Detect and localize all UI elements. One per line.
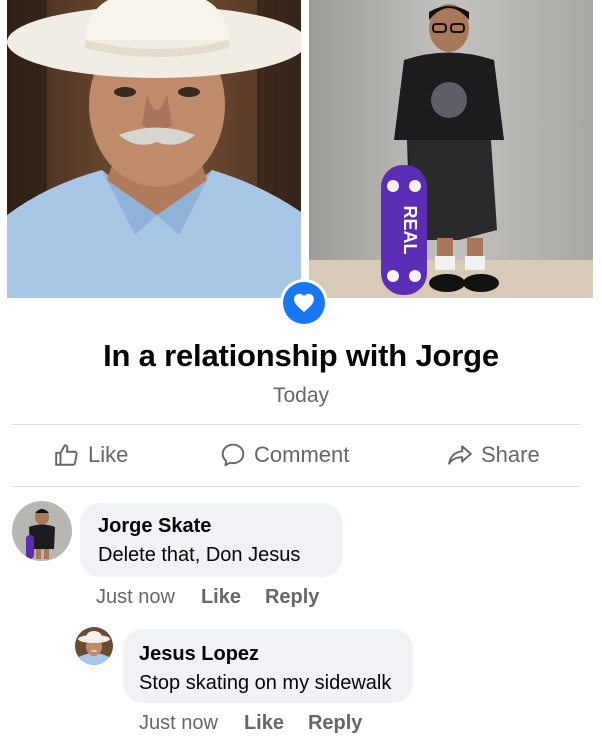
comment-bubble: Jesus Lopez Stop skating on my sidewalk	[123, 629, 413, 703]
share-arrow-icon	[448, 445, 472, 465]
comment-reply-button[interactable]: Reply	[308, 712, 362, 735]
comment-author[interactable]: Jesus Lopez	[139, 643, 259, 666]
avatar-jesus-lopez	[75, 627, 113, 665]
avatar[interactable]	[12, 501, 72, 561]
relationship-status-title: In a relationship with Jorge	[103, 338, 499, 373]
comment-text: Stop skating on my sidewalk	[139, 672, 392, 694]
comment-timestamp: Just now	[96, 586, 175, 608]
comment-meta: Just now Like Reply	[96, 586, 319, 609]
relationship-photos: REAL	[0, 0, 602, 300]
comment-button[interactable]: Comment	[220, 425, 349, 485]
comment-bubble-icon	[221, 443, 245, 467]
comment-author[interactable]: Jorge Skate	[98, 515, 211, 538]
avatar[interactable]	[75, 627, 113, 665]
comment-like-button[interactable]: Like	[244, 712, 284, 735]
relationship-date: Today	[272, 384, 330, 407]
portrait-older-man	[7, 0, 301, 298]
like-button[interactable]: Like	[54, 425, 128, 485]
divider-bottom	[12, 486, 580, 487]
comment-label: Comment	[254, 442, 350, 467]
comment-like-button[interactable]: Like	[201, 586, 241, 609]
avatar-jorge-skate	[12, 501, 72, 561]
like-label: Like	[88, 442, 129, 467]
photo-jorge-skate[interactable]: REAL	[309, 0, 593, 298]
photo-jesus-lopez[interactable]	[7, 0, 301, 298]
skateboard-logo: REAL	[400, 206, 420, 255]
post-action-bar: Like Comment Share	[0, 425, 602, 485]
comment-text: Delete that, Don Jesus	[98, 544, 301, 566]
portrait-skater: REAL	[309, 0, 593, 298]
heart-badge-icon	[280, 279, 328, 327]
comment-bubble: Jorge Skate Delete that, Don Jesus	[80, 503, 342, 577]
comment-reply-button[interactable]: Reply	[265, 586, 319, 609]
share-label: Share	[481, 442, 540, 467]
comment-meta: Just now Like Reply	[139, 712, 362, 735]
comment-timestamp: Just now	[139, 712, 218, 734]
share-button[interactable]: Share	[447, 425, 540, 485]
like-thumb-icon	[55, 444, 78, 466]
